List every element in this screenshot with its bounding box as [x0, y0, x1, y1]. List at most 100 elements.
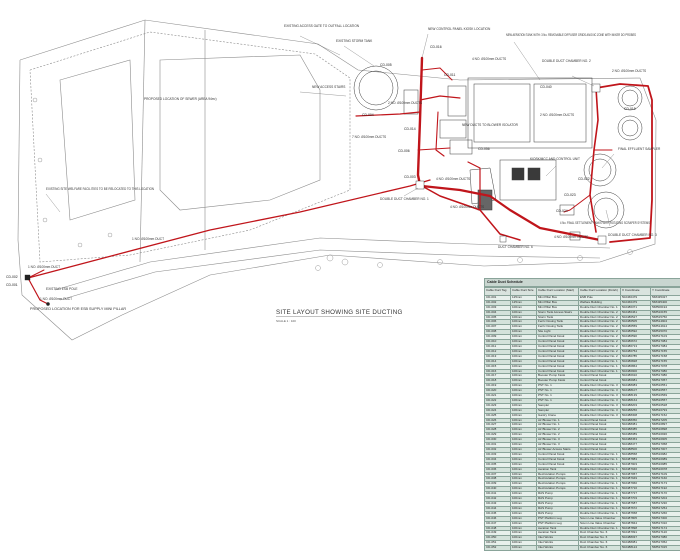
tag-cd-011: CD-011: [444, 73, 456, 77]
label-duct-south: 4 NO. Ø100mm DUCTS: [450, 205, 484, 209]
tag-cd-023: CD-023: [564, 193, 576, 197]
tag-cd-002: CD-002: [6, 275, 18, 279]
header-tag: Cable Duct Tag: [484, 286, 511, 296]
cell-finish: Double Duct Chamber No. 1: [578, 500, 621, 507]
cell-finish: Double Duct Chamber No. 1: [578, 466, 621, 473]
cell-y: 568517015: [650, 545, 680, 552]
label-settlement: 4 No. FINAL SETTLEMENT TANKS WITH ROTATI…: [560, 221, 650, 225]
drawing-scale: SCALE 1 : 100: [276, 319, 296, 323]
tag-cd-001: CD-001: [6, 283, 18, 287]
cell-finish: Double Duct Chamber No. 3: [578, 402, 621, 409]
cell-size: 100mm: [510, 545, 537, 552]
cell-finish: Double Duct Chamber No. 2: [578, 353, 621, 360]
cell-finish: Double Duct Chamber No. 2: [578, 319, 621, 326]
cell-finish: Double Duct Chamber No. 3: [578, 412, 621, 419]
label-ducts-north: 4 NO. Ø100mm DUCTS: [472, 57, 506, 61]
cell-finish: Double Duct Chamber No. 1: [578, 451, 621, 458]
cell-finish: Double Duct Chamber No. 2: [578, 329, 621, 336]
duct-aeration-west: [419, 95, 461, 101]
duct-chamber-6: [499, 235, 507, 243]
drawing-title-block: SITE LAYOUT SHOWING SITE DUCTING SCALE 1…: [276, 309, 403, 323]
tag-cd-040: CD-040: [540, 85, 552, 89]
label-duct-main: 1 NO. Ø100mm DUCT: [132, 237, 164, 241]
label-duct-welfare: 1 NO. Ø100mm DUCT: [28, 265, 60, 269]
label-esb-pole: EXISTING ESB POLE: [46, 287, 78, 291]
tag-cd-022: CD-022: [578, 177, 590, 181]
cell-finish: Scum Line Valve Chamber: [578, 515, 621, 522]
cell-start: Inlet Works: [536, 545, 579, 552]
label-storm-tank: EXISTING STORM TANK: [336, 39, 373, 43]
tag-cd-003: CD-003: [404, 175, 416, 179]
label-ducts-storm: 2 NO. Ø100mm DUCTS: [388, 101, 422, 105]
inner-boundary: [29, 31, 351, 263]
label-access-gate: EXISTING ACCESS GATE TO OUTFALL LOCATION: [284, 24, 360, 28]
cell-finish: Double Duct Chamber No. 2: [578, 339, 621, 345]
cell-finish: Double Duct Chamber No. 1: [578, 525, 621, 532]
label-kiosk: KIOSK/MCC AND CONTROL UNIT: [530, 157, 580, 161]
cell-x: 502488124: [620, 545, 651, 552]
double-duct-chamber-1: [415, 180, 425, 190]
trees: [32, 97, 633, 271]
table-row: CD-052 100mm Inlet Works Duct Chamber No. 6…: [484, 545, 680, 552]
leader-lines: [45, 33, 615, 227]
label-access-stairs: NEW ACCESS STAIRS: [312, 85, 345, 89]
cell-finish: Double Duct Chamber No. 2: [578, 348, 621, 355]
label-duct-chamber-6: DUCT CHAMBER NO. 6: [498, 245, 533, 249]
header-finish: Cable Duct Location (Finish): [578, 286, 621, 296]
tag-cd-056: CD-056: [478, 147, 490, 151]
cable-ducts: [27, 56, 653, 305]
cell-finish: Double Duct Chamber No. 2: [578, 343, 621, 350]
duct-blower: [417, 147, 451, 151]
cell-finish: Double Duct Chamber No. 3: [578, 397, 621, 404]
cell-finish: Double Duct Chamber No. 3: [578, 393, 621, 399]
cell-finish: Double Duct Chamber No. 2: [578, 309, 621, 316]
tag-cd-006: CD-006: [398, 149, 410, 153]
cell-finish: Double Duct Chamber No. 1: [578, 461, 621, 468]
label-duct-kiosk: 7 NO. Ø100mm DUCTS: [352, 135, 386, 139]
cell-finish: Double Duct Chamber No. 1: [578, 486, 621, 493]
tag-cd-005: CD-005: [380, 63, 392, 67]
label-welfare: EXISTING SITE WELFARE FACILITIES TO BE R…: [46, 187, 155, 191]
double-duct-chamber-3: [597, 235, 607, 245]
cell-finish: Double Duct Chamber No. 2: [578, 334, 621, 341]
label-double-duct-1: DOUBLE DUCT CHAMBER NO. 1: [380, 197, 429, 201]
cell-finish: Double Duct Chamber No. 1: [578, 368, 621, 375]
cell-finish: Double Duct Chamber No. 1: [578, 304, 621, 311]
duct-chamber1-south: [421, 185, 521, 241]
field-outline: [159, 54, 321, 211]
cell-finish: Double Duct Chamber No. 1: [578, 476, 621, 483]
label-double-duct-3: DOUBLE DUCT CHAMBER NO. 3: [608, 233, 657, 237]
header-x: X Coordinate: [620, 286, 651, 296]
drawing-title: SITE LAYOUT SHOWING SITE DUCTING: [276, 309, 403, 316]
cell-finish: Double Duct Chamber No. 1: [578, 491, 621, 498]
cable-duct-schedule: Cable Duct Schedule Cable Duct Tag Cable…: [484, 278, 680, 560]
tag-cd-014: CD-014: [404, 127, 416, 131]
duct-vertical-kiosk: [416, 56, 424, 187]
label-ducts-ring: 2 NO. Ø100mm DUCTS: [612, 69, 646, 73]
cell-finish: Double Duct Chamber No. 1: [578, 496, 621, 502]
label-ducts-chamber3: 4 NO. Ø100mm DUCTS: [554, 235, 588, 239]
label-ducts-aeration: 2 NO. Ø100mm DUCTS: [540, 113, 574, 117]
double-duct-chamber-2: [591, 83, 601, 93]
mini-pillar: [24, 274, 31, 281]
cell-finish: Double Duct Chamber No. 3: [578, 383, 621, 390]
duct-main-feed: [27, 179, 431, 279]
label-sewer: PROPOSED LOCATION OF SEWER (AREA 94m²): [144, 97, 217, 101]
cell-finish: Duct Chamber No. 6: [578, 545, 621, 552]
cell-finish: Double Duct Chamber No. 2: [578, 324, 621, 331]
label-aeration-tank: NEW AERATION TANK WITH: 3 No. REMOVABLE …: [506, 33, 636, 37]
schedule-caption: Cable Duct Schedule: [484, 278, 680, 287]
header-y: Y Coordinate: [650, 286, 680, 296]
tag-cd-019: CD-019: [624, 107, 636, 111]
label-blower-isolator: NEW DUCTS TO BLOWER ISOLATOR: [462, 123, 519, 127]
esb-pole: [46, 302, 50, 306]
control-kiosk: [447, 85, 467, 117]
label-duct-chamber1: 4 NO. Ø100mm DUCTS: [436, 177, 470, 181]
schedule-table: Cable Duct Schedule Cable Duct Tag Cable…: [484, 278, 680, 552]
cell-finish: Double Duct Chamber No. 1: [578, 510, 621, 517]
duct-settlement-branch: [563, 194, 591, 213]
label-final-effluent: FINAL EFFLUENT SAMPLER: [618, 147, 661, 151]
cell-finish: Double Duct Chamber No. 3: [578, 407, 621, 414]
header-start: Cable Duct Location (Start): [536, 286, 579, 296]
tag-cd-016: CD-016: [430, 45, 442, 49]
